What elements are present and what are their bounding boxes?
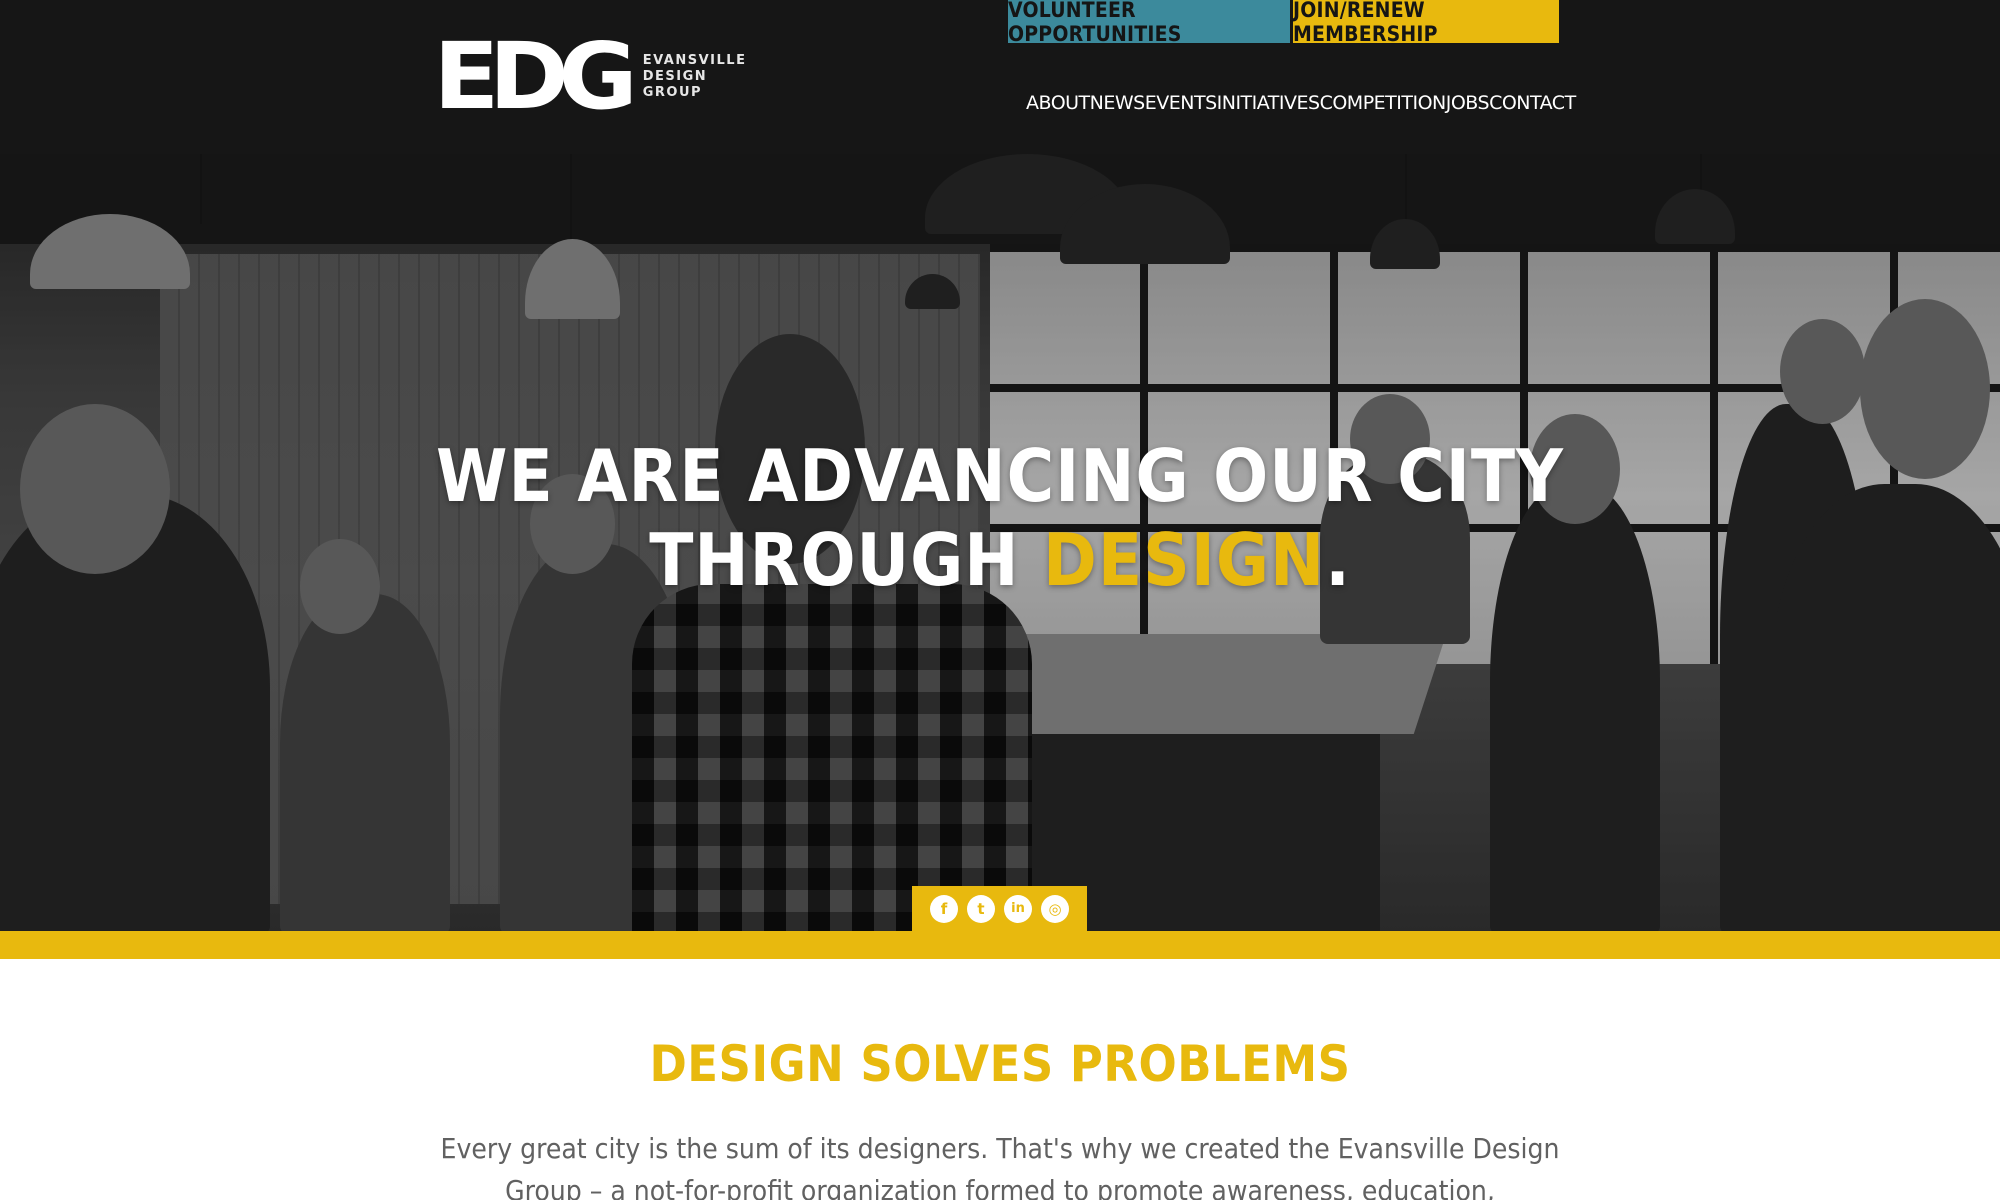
- volunteer-opportunities-button[interactable]: VOLUNTEER OPPORTUNITIES: [1008, 0, 1290, 46]
- logo-wordmark: EVANSVILLE DESIGN GROUP: [643, 53, 747, 101]
- nav-contact[interactable]: CONTACT: [1489, 90, 1576, 116]
- logo-monogram: EDG: [433, 23, 637, 130]
- nav-news[interactable]: NEWS: [1090, 90, 1146, 116]
- hero-headline: WE ARE ADVANCING OUR CITY THROUGH DESIGN…: [0, 434, 2000, 602]
- hero-banner: WE ARE ADVANCING OUR CITY THROUGH DESIGN…: [0, 154, 2000, 931]
- site-header: EDG EVANSVILLE DESIGN GROUP VOLUNTEER OP…: [0, 0, 2000, 154]
- logo-line-1: EVANSVILLE: [642, 53, 747, 68]
- nav-about[interactable]: ABOUT: [1026, 90, 1090, 116]
- facebook-icon[interactable]: f: [930, 894, 958, 923]
- twitter-icon[interactable]: t: [967, 894, 995, 923]
- nav-competition[interactable]: COMPETITION: [1320, 90, 1447, 116]
- nav-initiatives[interactable]: INITIATIVES: [1217, 90, 1320, 116]
- nav-jobs[interactable]: JOBS: [1446, 90, 1490, 116]
- headline-line-2-start: THROUGH: [649, 518, 1044, 602]
- headline-line-1: WE ARE ADVANCING OUR CITY: [436, 434, 1564, 518]
- headline-accent-word: DESIGN: [1043, 518, 1326, 602]
- section-title: DESIGN SOLVES PROBLEMS: [649, 1035, 1351, 1093]
- logo-line-2: DESIGN: [642, 69, 708, 84]
- join-renew-membership-button[interactable]: JOIN/RENEW MEMBERSHIP: [1293, 0, 1559, 46]
- logo-line-3: GROUP: [642, 85, 703, 100]
- social-links: f t in ◎: [912, 886, 1087, 931]
- section-intro: Every great city is the sum of its desig…: [440, 1132, 1560, 1200]
- instagram-icon[interactable]: ◎: [1041, 894, 1069, 923]
- linkedin-icon[interactable]: in: [1004, 894, 1032, 923]
- accent-divider: [0, 931, 2000, 959]
- logo-mark: EDG: [433, 31, 637, 123]
- main-nav: ABOUT NEWS EVENTS INITIATIVES COMPETITIO…: [1026, 90, 1576, 116]
- headline-line-2-end: .: [1325, 518, 1351, 602]
- edg-logo[interactable]: EDG EVANSVILLE DESIGN GROUP: [433, 31, 747, 123]
- nav-events[interactable]: EVENTS: [1145, 90, 1217, 116]
